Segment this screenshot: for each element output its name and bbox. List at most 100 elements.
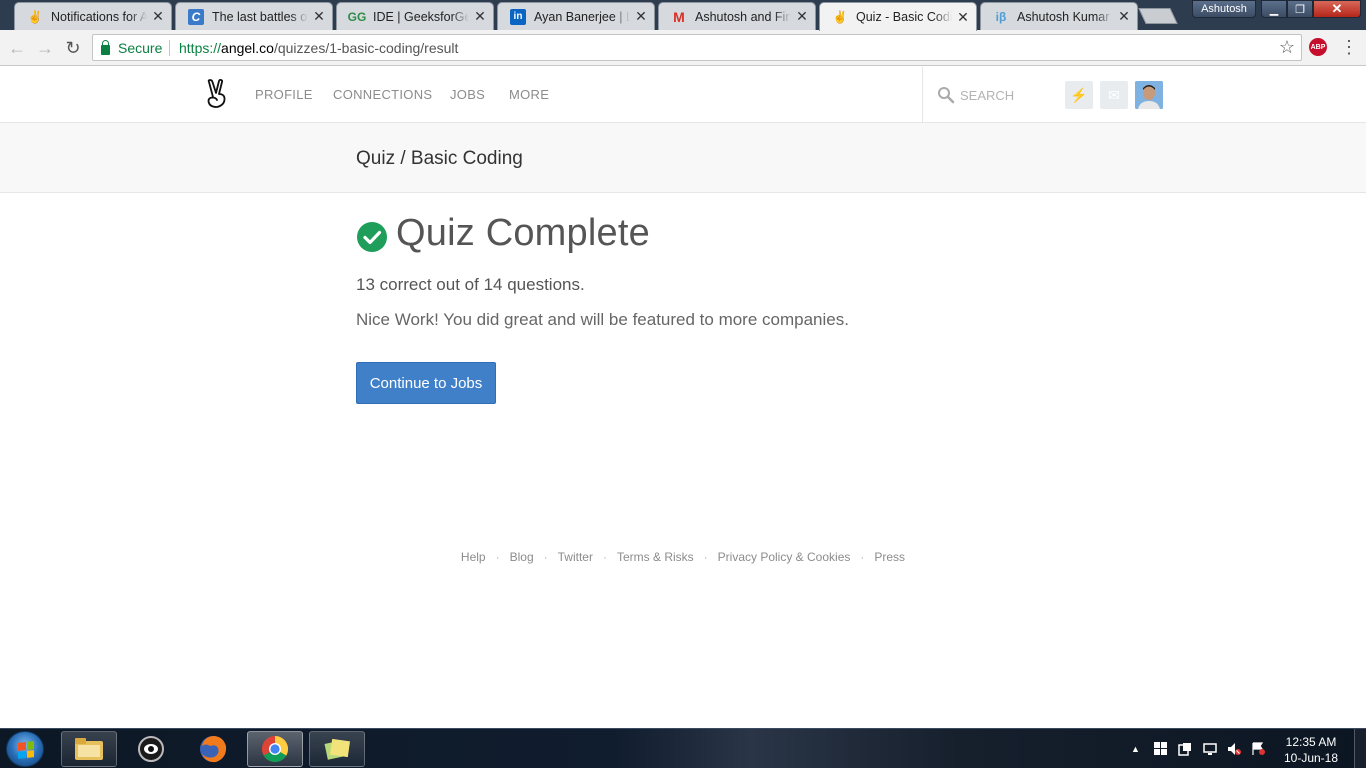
separator-dot: · [495,550,500,564]
minimize-button[interactable]: ▁ [1261,0,1287,18]
separator-dot: · [543,550,548,564]
windows-taskbar: ▲ 12:35 AM 10-Jun-18 [0,728,1366,769]
browser-tab-active[interactable]: ✌ Quiz - Basic Coding ✕ [819,2,977,31]
windows-logo-icon [18,741,34,759]
url-scheme: https:// [179,40,222,56]
chrome-logo [261,735,289,763]
tray-expand-icon[interactable]: ▲ [1131,744,1140,754]
angellist-icon: ✌ [27,9,43,24]
tab-title: IDE | GeeksforGeeks [373,9,469,24]
close-icon[interactable]: ✕ [1117,8,1131,25]
secure-label: Secure [118,40,163,56]
footer-link-blog[interactable]: Blog [510,550,534,564]
bookmark-star-icon[interactable]: ☆ [1279,37,1295,58]
nav-profile[interactable]: PROFILE [255,87,313,102]
browser-tab[interactable]: in Ayan Banerjee | LinkedIn ✕ [497,2,655,30]
browser-tab-strip: ✌ Notifications for Ashutosh ✕ C The las… [0,0,1366,31]
divider [922,67,923,123]
tab-title: Ashutosh and Findo [695,9,791,24]
reload-icon[interactable]: ↻ [62,37,84,59]
notifications-bolt-icon[interactable]: ⚡ [1065,81,1093,109]
footer-link-press[interactable]: Press [874,550,905,564]
new-tab-button[interactable] [1138,8,1178,24]
angellist-icon: ✌ [832,10,848,24]
footer-link-twitter[interactable]: Twitter [558,550,593,564]
site-header: PROFILE CONNECTIONS JOBS MORE ⚡ ✉ [0,67,1366,123]
notes-icon [324,738,351,760]
tab-title: Notifications for Ashutosh [51,9,147,24]
browser-tab[interactable]: C The last battles of Usain Bolt ✕ [175,2,333,30]
lock-icon [101,39,110,55]
browser-tab[interactable]: M Ashutosh and Findo ✕ [658,2,816,30]
secure-indicator[interactable]: Secure [101,39,163,56]
eye-app-icon [138,736,164,762]
gmail-icon: M [673,8,685,25]
browser-tab[interactable]: ✌ Notifications for Ashutosh ✕ [14,2,172,30]
angellist-logo[interactable] [204,79,230,109]
adblock-plus-icon[interactable]: ABP [1309,38,1327,56]
close-icon[interactable]: ✕ [795,8,809,25]
browser-toolbar: ← → ↻ Secure https://angel.co/quizzes/1-… [0,30,1366,66]
action-center-flag-icon[interactable] [1251,742,1265,756]
address-bar[interactable]: Secure https://angel.co/quizzes/1-basic-… [92,34,1302,61]
profile-button[interactable]: Ashutosh [1192,0,1256,18]
back-icon[interactable]: ← [6,37,28,59]
clock-date: 10-Jun-18 [1283,751,1339,765]
separator-dot: · [860,550,865,564]
quiz-breadcrumb-bar: Quiz / Basic Coding [0,123,1366,193]
search-icon[interactable] [937,86,955,104]
tab-title: Ayan Banerjee | LinkedIn [534,9,630,24]
network-icon[interactable] [1203,742,1217,756]
page-title: Quiz Complete [396,212,650,254]
tab-title: The last battles of Usain Bolt [212,9,308,24]
close-icon[interactable]: ✕ [634,8,648,25]
url-text[interactable]: https://angel.co/quizzes/1-basic-coding/… [179,40,458,56]
close-icon[interactable]: ✕ [151,8,165,25]
firefox-logo [200,736,227,763]
close-icon[interactable]: ✕ [956,9,970,26]
sticky-notes-icon[interactable] [309,731,365,767]
window-close-button[interactable]: ✕ [1313,0,1361,18]
forward-icon[interactable]: → [34,37,56,59]
firefox-icon[interactable] [185,731,241,767]
nav-more[interactable]: MORE [509,87,549,102]
continue-to-jobs-button[interactable]: Continue to Jobs [356,362,496,404]
blog-icon: iβ [995,9,1007,24]
browser-tab[interactable]: GG IDE | GeeksforGeeks ✕ [336,2,494,30]
linkedin-icon: in [510,8,526,25]
site-footer: Help · Blog · Twitter · Terms & Risks · … [0,548,1366,566]
tab-title: Ashutosh Kumar on [1017,9,1113,24]
device-tray-icon[interactable] [1178,742,1192,756]
close-icon[interactable]: ✕ [312,8,326,25]
separator-dot: · [602,550,607,564]
folder-icon [75,738,103,760]
show-desktop-button[interactable] [1354,729,1366,769]
clock-time: 12:35 AM [1285,735,1337,749]
browser-tab[interactable]: iβ Ashutosh Kumar on ✕ [980,2,1138,30]
messages-envelope-icon[interactable]: ✉ [1100,81,1128,109]
score-text: 13 correct out of 14 questions. [356,275,585,294]
system-clock[interactable]: 12:35 AM 10-Jun-18 [1278,734,1344,766]
geeksforgeeks-icon: GG [347,9,367,24]
volume-muted-icon[interactable] [1227,742,1241,756]
nav-jobs[interactable]: JOBS [450,87,485,102]
start-button[interactable] [6,731,44,767]
maximize-button[interactable]: ❐ [1287,0,1313,18]
search-input[interactable] [960,84,1050,106]
user-photo [1135,81,1163,109]
footer-link-terms[interactable]: Terms & Risks [617,550,694,564]
footer-link-privacy[interactable]: Privacy Policy & Cookies [718,550,851,564]
windows-tray-icon[interactable] [1154,742,1168,756]
chrome-menu-icon[interactable]: ⋮ [1340,37,1358,59]
chrome-icon[interactable] [247,731,303,767]
nav-connections[interactable]: CONNECTIONS [333,87,432,102]
close-icon[interactable]: ✕ [473,8,487,25]
tab-title: Quiz - Basic Coding [856,10,952,24]
check-circle-icon [357,222,387,252]
file-explorer-icon[interactable] [61,731,117,767]
separator-dot: · [703,550,708,564]
footer-link-help[interactable]: Help [461,550,486,564]
avatar[interactable] [1135,81,1163,109]
url-host: angel.co [221,40,274,56]
media-app-icon[interactable] [123,731,179,767]
